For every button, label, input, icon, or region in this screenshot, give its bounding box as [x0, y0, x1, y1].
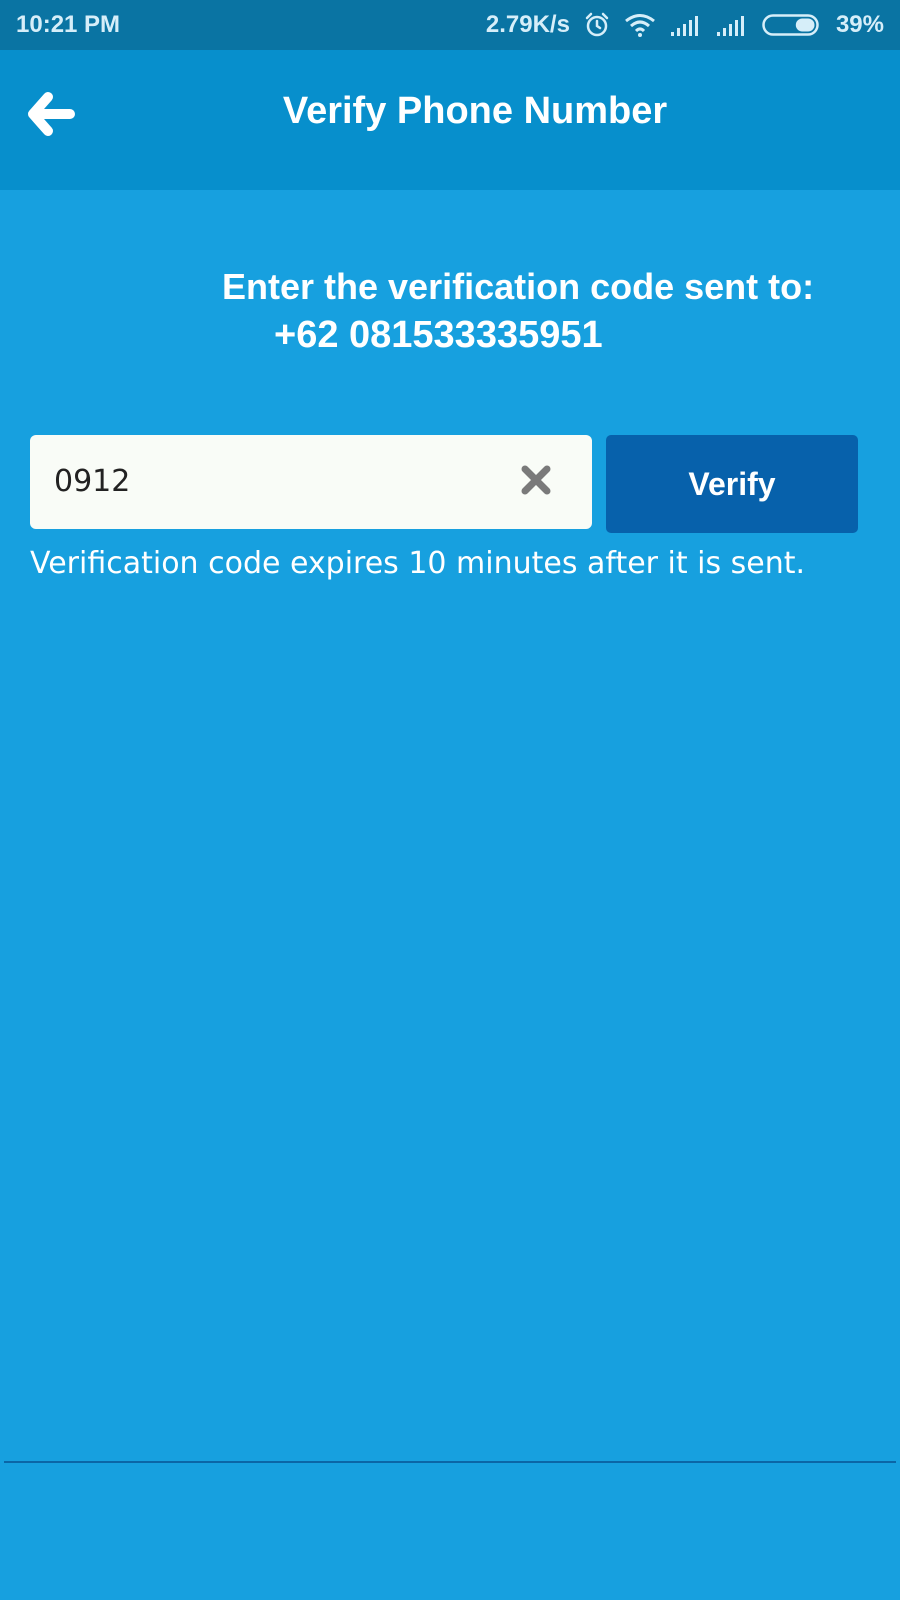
- clear-button[interactable]: [516, 462, 556, 502]
- page-title: Verify Phone Number: [282, 90, 668, 132]
- bottom-divider: [4, 1461, 896, 1463]
- verification-prompt: Enter the verification code sent to:: [222, 266, 815, 307]
- verification-code-input[interactable]: [54, 457, 494, 505]
- wifi-icon: [624, 13, 656, 37]
- code-input-container[interactable]: [30, 435, 592, 529]
- alarm-icon: [584, 12, 610, 38]
- battery-percent: 39%: [835, 11, 884, 38]
- network-speed: 2.79K/s: [485, 11, 570, 38]
- status-time: 10:21 PM: [16, 11, 121, 38]
- app-bar: Verify Phone Number: [0, 50, 900, 190]
- status-indicators: 2.79K/s 39%: [486, 11, 884, 39]
- phone-number: +62 081533335951: [274, 314, 603, 356]
- signal-icon: [716, 14, 748, 36]
- status-bar: 10:21 PM 2.79K/s 39%: [0, 0, 900, 50]
- close-icon: [520, 464, 552, 501]
- signal-icon: [670, 14, 702, 36]
- battery-icon: [762, 13, 822, 37]
- expiry-note: Verification code expires 10 minutes aft…: [30, 546, 806, 581]
- verify-button[interactable]: Verify: [606, 435, 858, 533]
